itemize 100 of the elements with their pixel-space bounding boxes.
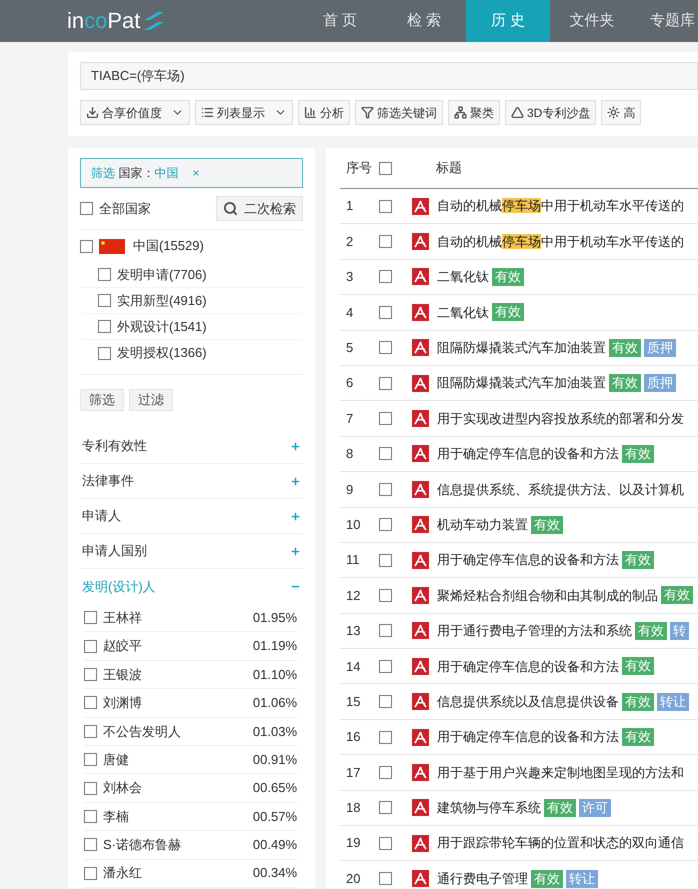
patent-title[interactable]: 信息提供系统、系统提供方法、以及计算机 [437, 480, 684, 500]
patent-title[interactable]: 聚烯烃粘合剂组合物和由其制成的制品 [437, 586, 658, 606]
pdf-icon[interactable] [412, 304, 429, 321]
pdf-icon[interactable] [412, 799, 429, 816]
checkbox[interactable] [84, 782, 97, 795]
pdf-icon[interactable] [412, 728, 429, 746]
pdf-icon[interactable] [412, 445, 429, 462]
filter-action-button[interactable]: 过滤 [129, 389, 173, 411]
toolbar-button[interactable]: 筛选关键词 [355, 100, 443, 125]
pdf-icon[interactable] [412, 764, 429, 781]
checkbox[interactable] [379, 766, 392, 779]
pdf-icon[interactable] [412, 834, 429, 852]
checkbox[interactable] [84, 838, 97, 852]
pdf-icon[interactable] [412, 410, 429, 428]
checkbox[interactable] [84, 611, 97, 624]
checkbox[interactable] [84, 696, 97, 710]
checkbox[interactable] [379, 801, 392, 814]
checkbox[interactable] [379, 730, 392, 744]
pdf-icon[interactable] [412, 622, 429, 640]
checkbox[interactable] [379, 836, 392, 850]
checkbox[interactable] [379, 518, 392, 532]
checkbox[interactable] [84, 753, 97, 766]
checkbox[interactable] [379, 660, 392, 673]
patent-title[interactable]: 阻隔防爆撬装式汽车加油装置 [437, 373, 606, 393]
checkbox[interactable] [379, 162, 392, 174]
pdf-icon[interactable] [412, 658, 429, 675]
patent-title[interactable]: 信息提供系统以及信息提供设备 [437, 692, 619, 712]
pdf-icon[interactable] [412, 552, 429, 569]
checkbox[interactable] [80, 240, 93, 252]
checkbox[interactable] [80, 202, 93, 215]
filter-action-button[interactable]: 筛选 [80, 389, 124, 411]
secondary-search-button[interactable]: 二次检索 [216, 196, 303, 221]
checkbox[interactable] [379, 624, 392, 638]
pdf-icon[interactable] [412, 586, 429, 604]
patent-title[interactable]: 二氧化钛 [437, 302, 489, 322]
patent-title[interactable]: 用于确定停车信息的设备和方法 [437, 656, 619, 676]
pdf-icon[interactable] [412, 693, 429, 710]
checkbox[interactable] [379, 235, 392, 248]
pdf-icon[interactable] [412, 339, 429, 356]
patent-type-label: 外观设计(1541) [117, 318, 207, 336]
checkbox[interactable] [379, 447, 392, 460]
checkbox[interactable] [379, 270, 392, 284]
toolbar-button[interactable]: 3D专利沙盘 [505, 100, 596, 125]
toolbar-button[interactable]: 分析 [298, 100, 350, 125]
query-field[interactable]: TIABC=(停车场) [80, 62, 698, 90]
patent-title[interactable]: 建筑物与停车系统 [437, 798, 541, 818]
patent-title[interactable]: 用于确定停车信息的设备和方法 [437, 550, 619, 570]
checkbox[interactable] [379, 376, 392, 390]
patent-title[interactable]: 通行费电子管理 [437, 868, 528, 888]
expand-icon [290, 546, 301, 556]
pdf-icon[interactable] [412, 268, 429, 286]
logo-text[interactable]: incoPat [67, 10, 140, 32]
toolbar-button[interactable]: 合享价值度 [80, 100, 190, 125]
checkbox[interactable] [84, 810, 97, 823]
patent-title[interactable]: 用于实现改进型内容投放系统的部署和分发 [437, 408, 684, 428]
checkbox[interactable] [98, 346, 111, 360]
checkbox[interactable] [379, 695, 392, 708]
pdf-icon[interactable] [412, 374, 429, 392]
checkbox[interactable] [379, 306, 392, 319]
patent-title[interactable]: 用于基于用户兴趣来定制地图呈现的方法和 [437, 762, 684, 782]
pdf-icon[interactable] [412, 516, 429, 534]
toolbar-button[interactable]: 列表显示 [195, 100, 293, 125]
pdf-icon[interactable] [412, 198, 429, 215]
checkbox[interactable] [84, 866, 97, 880]
checkbox[interactable] [84, 640, 97, 653]
checkbox[interactable] [84, 668, 97, 681]
pdf-icon[interactable] [412, 233, 429, 250]
nav-tab[interactable]: 首 页 [298, 0, 382, 42]
checkbox[interactable] [98, 294, 111, 307]
checkbox[interactable] [98, 268, 111, 281]
patent-title[interactable]: 自动的机械停车场中用于机动车水平传送的 [437, 196, 684, 216]
pdf-icon[interactable] [412, 870, 429, 888]
filter-icon [361, 106, 374, 119]
patent-title[interactable]: 用于确定停车信息的设备和方法 [437, 727, 619, 747]
checkbox[interactable] [379, 200, 392, 213]
nav-tab[interactable]: 文件夹 [550, 0, 634, 42]
facet-header[interactable]: 专利有效性 [80, 429, 303, 464]
checkbox[interactable] [379, 554, 392, 567]
facet-header[interactable]: 申请人 [80, 499, 303, 534]
patent-title[interactable]: 自动的机械停车场中用于机动车水平传送的 [437, 232, 684, 252]
checkbox[interactable] [98, 320, 111, 333]
checkbox[interactable] [84, 724, 97, 738]
toolbar-button[interactable]: 高 [601, 100, 642, 125]
patent-title[interactable]: 用于通行费电子管理的方法和系统 [437, 621, 632, 641]
nav-tab[interactable]: 检 索 [382, 0, 466, 42]
checkbox[interactable] [379, 588, 392, 602]
patent-title[interactable]: 机动车动力装置 [437, 514, 528, 534]
patent-title[interactable]: 二氧化钛 [437, 267, 489, 287]
patent-title[interactable]: 阻隔防爆撬装式汽车加油装置 [437, 338, 606, 358]
checkbox[interactable] [379, 341, 392, 354]
toolbar-button[interactable]: 聚类 [448, 100, 500, 125]
patent-title[interactable]: 用于确定停车信息的设备和方法 [437, 444, 619, 464]
facet-header[interactable]: 申请人国别 [80, 534, 303, 569]
checkbox[interactable] [379, 872, 392, 886]
checkbox[interactable] [379, 482, 392, 496]
facet-header[interactable]: 法律事件 [80, 464, 303, 499]
pdf-icon[interactable] [412, 480, 429, 498]
nav-tab[interactable]: 专题库 [634, 0, 695, 42]
patent-title[interactable]: 用于跟踪带轮车辆的位置和状态的双向通信 [437, 833, 684, 853]
checkbox[interactable] [379, 412, 392, 426]
